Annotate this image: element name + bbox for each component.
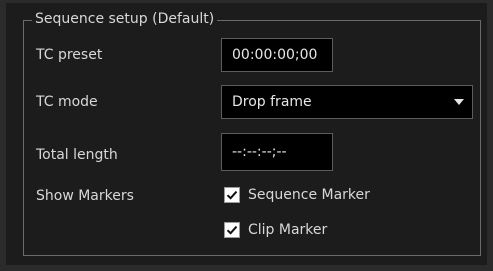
check-icon bbox=[226, 225, 238, 235]
check-icon bbox=[226, 190, 238, 200]
total-length-label: Total length bbox=[36, 147, 118, 163]
tc-preset-field[interactable]: 00:00:00;00 bbox=[221, 38, 333, 72]
panel-frame: Sequence setup (Default) TC preset 00:00… bbox=[0, 0, 493, 271]
group-title: Sequence setup (Default) bbox=[32, 10, 218, 28]
tc-preset-value: 00:00:00;00 bbox=[232, 47, 318, 63]
sequence-marker-checkbox[interactable] bbox=[224, 187, 240, 203]
total-length-field[interactable]: --:--:--;-- bbox=[221, 133, 333, 171]
sequence-marker-label: Sequence Marker bbox=[248, 187, 370, 203]
show-markers-label: Show Markers bbox=[36, 188, 134, 204]
total-length-value: --:--:--;-- bbox=[232, 144, 287, 160]
sequence-marker-checkbox-row[interactable]: Sequence Marker bbox=[224, 186, 370, 204]
tc-mode-dropdown[interactable]: Drop frame bbox=[221, 85, 473, 119]
chevron-down-icon bbox=[454, 99, 464, 105]
tc-mode-label: TC mode bbox=[36, 94, 98, 110]
clip-marker-label: Clip Marker bbox=[248, 222, 328, 238]
clip-marker-checkbox[interactable] bbox=[224, 222, 240, 238]
tc-mode-value: Drop frame bbox=[232, 94, 312, 110]
clip-marker-checkbox-row[interactable]: Clip Marker bbox=[224, 221, 327, 239]
tc-preset-label: TC preset bbox=[36, 47, 103, 63]
